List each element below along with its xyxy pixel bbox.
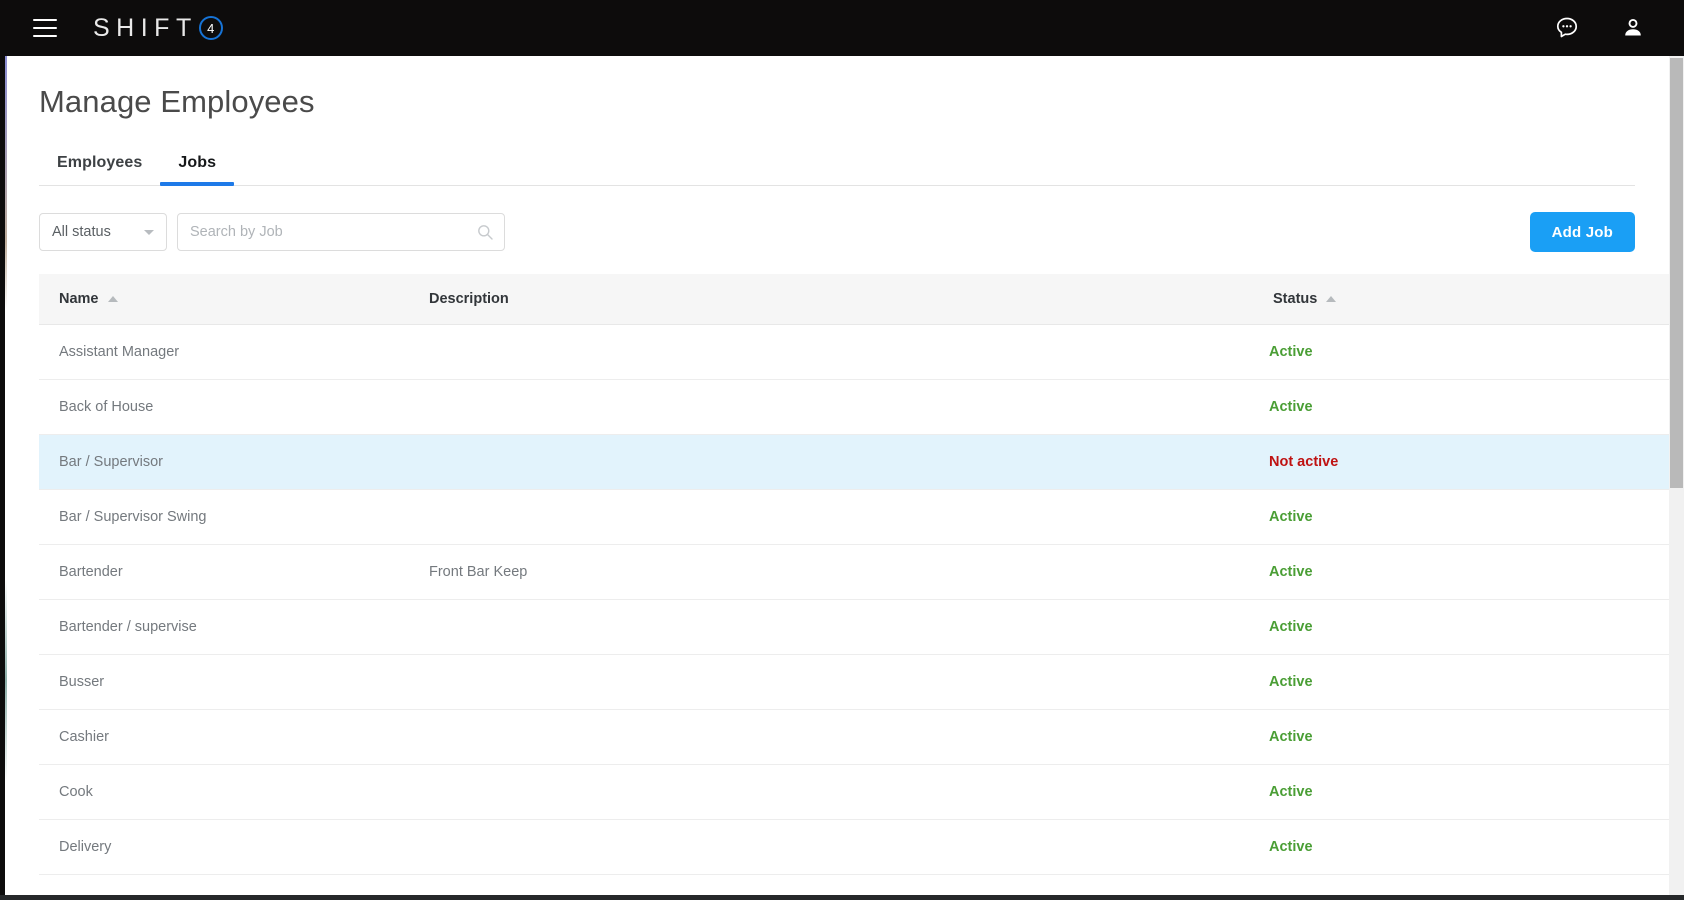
- cell-job-description: [429, 599, 1269, 655]
- tab-employees[interactable]: Employees: [39, 154, 160, 185]
- cell-job-description: Front Bar Keep: [429, 544, 1269, 600]
- cell-job-description: [429, 379, 1269, 435]
- tab-jobs[interactable]: Jobs: [160, 154, 234, 186]
- cell-job-name: Bartender / supervise: [39, 599, 429, 655]
- status-badge: Active: [1269, 674, 1313, 690]
- window-frame-bottom: [0, 895, 1684, 900]
- brand-badge-four: 4: [198, 16, 223, 40]
- column-header-description-label: Description: [429, 291, 509, 307]
- status-filter-value: All status: [52, 224, 111, 240]
- cell-job-name: Assistant Manager: [39, 324, 429, 380]
- cell-job-status: Active: [1269, 654, 1669, 710]
- column-header-status-inner[interactable]: Status: [1273, 291, 1337, 307]
- cell-job-description: [429, 709, 1269, 765]
- cell-job-name: Cook: [39, 764, 429, 820]
- main-content: Manage Employees Employees Jobs All stat…: [5, 56, 1669, 900]
- cell-job-description: [429, 324, 1269, 380]
- cell-job-name: Back of House: [39, 379, 429, 435]
- column-header-status-label: Status: [1273, 291, 1318, 307]
- status-badge: Active: [1269, 619, 1313, 635]
- table-row[interactable]: Cook Active: [39, 764, 1669, 820]
- search-icon[interactable]: [477, 224, 493, 240]
- status-badge: Active: [1269, 839, 1313, 855]
- table-row[interactable]: Delivery Active: [39, 819, 1669, 875]
- cell-job-status: Active: [1269, 709, 1669, 765]
- brand-logo[interactable]: SHIFT 4: [93, 14, 223, 43]
- table-row[interactable]: Bar / Supervisor Not active: [39, 434, 1669, 490]
- page-title: Manage Employees: [39, 84, 315, 119]
- column-header-description-inner[interactable]: Description: [429, 291, 509, 307]
- app-viewport: SHIFT 4 Manage Employees Employees Jobs …: [0, 0, 1684, 900]
- cell-job-name: Bar / Supervisor Swing: [39, 489, 429, 545]
- content-inner: Manage Employees Employees Jobs All stat…: [5, 84, 1669, 875]
- cell-job-description: [429, 489, 1269, 545]
- cell-job-name: Cashier: [39, 709, 429, 765]
- hamburger-line: [33, 27, 57, 29]
- cell-job-name: Busser: [39, 654, 429, 710]
- search-job-box[interactable]: [177, 213, 505, 251]
- column-header-name-label: Name: [59, 291, 99, 307]
- filter-bar: All status Add Job: [39, 212, 1635, 252]
- table-row[interactable]: Assistant Manager Active: [39, 324, 1669, 380]
- hamburger-menu-icon[interactable]: [33, 19, 57, 37]
- cell-job-status: Active: [1269, 819, 1669, 875]
- table-row[interactable]: Bartender / supervise Active: [39, 599, 1669, 655]
- cell-job-name: Delivery: [39, 819, 429, 875]
- status-badge: Active: [1269, 784, 1313, 800]
- add-job-button[interactable]: Add Job: [1529, 212, 1635, 252]
- search-job-input[interactable]: [178, 214, 504, 250]
- cell-job-description: [429, 764, 1269, 820]
- status-badge: Active: [1269, 509, 1313, 525]
- cell-job-status: Active: [1269, 764, 1669, 820]
- vertical-scrollbar-thumb[interactable]: [1670, 58, 1683, 488]
- tab-bar: Employees Jobs: [39, 142, 1635, 186]
- user-account-icon[interactable]: [1616, 11, 1650, 45]
- table-row[interactable]: Back of House Active: [39, 379, 1669, 435]
- cell-job-status: Active: [1269, 489, 1669, 545]
- status-badge: Active: [1269, 399, 1313, 415]
- table-row[interactable]: Busser Active: [39, 654, 1669, 710]
- column-header-description[interactable]: Description: [429, 274, 1269, 325]
- brand-wordmark: SHIFT: [93, 13, 198, 42]
- cell-job-name: Bar / Supervisor: [39, 434, 429, 490]
- jobs-table: Name Description Status Assistant Manage…: [39, 274, 1669, 875]
- status-badge: Not active: [1269, 454, 1339, 470]
- status-badge: Active: [1269, 564, 1313, 580]
- jobs-table-body: Assistant Manager Active Back of House Acti…: [39, 324, 1669, 875]
- table-row[interactable]: Bartender Front Bar Keep Active: [39, 544, 1669, 600]
- cell-job-status: Not active: [1269, 434, 1669, 490]
- status-badge: Active: [1269, 344, 1313, 360]
- sort-ascending-icon: [107, 296, 118, 302]
- window-frame-left: [0, 0, 5, 900]
- cell-job-status: Active: [1269, 599, 1669, 655]
- column-header-status[interactable]: Status: [1269, 274, 1669, 325]
- status-filter-select[interactable]: All status: [39, 213, 167, 251]
- top-app-bar: SHIFT 4: [5, 0, 1684, 56]
- cell-job-status: Active: [1269, 379, 1669, 435]
- table-header-row: Name Description Status: [39, 274, 1669, 325]
- chevron-down-icon: [144, 230, 154, 235]
- column-header-name[interactable]: Name: [39, 274, 429, 325]
- cell-job-description: [429, 819, 1269, 875]
- sort-ascending-icon: [1326, 296, 1337, 302]
- status-badge: Active: [1269, 729, 1313, 745]
- column-header-name-inner[interactable]: Name: [59, 291, 118, 307]
- cell-job-name: Bartender: [39, 544, 429, 600]
- cell-job-description: [429, 434, 1269, 490]
- window-edge-artifact: [5, 56, 7, 900]
- hamburger-line: [33, 35, 57, 37]
- cell-job-status: Active: [1269, 544, 1669, 600]
- cell-job-status: Active: [1269, 324, 1669, 380]
- cell-job-description: [429, 654, 1269, 710]
- chat-bubble-icon[interactable]: [1550, 11, 1584, 45]
- hamburger-line: [33, 19, 57, 21]
- jobs-table-head: Name Description Status: [39, 274, 1669, 325]
- table-row[interactable]: Cashier Active: [39, 709, 1669, 765]
- table-row[interactable]: Bar / Supervisor Swing Active: [39, 489, 1669, 545]
